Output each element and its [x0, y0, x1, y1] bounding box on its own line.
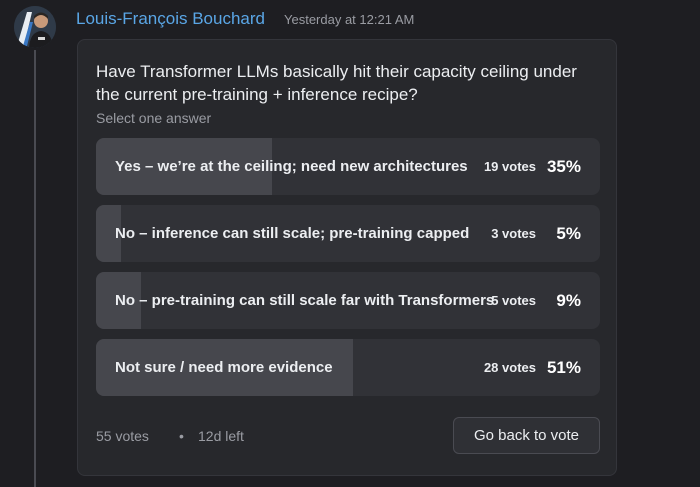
footer-separator: •	[179, 428, 184, 444]
poll-time-left: 12d left	[198, 428, 244, 444]
poll-hint: Select one answer	[96, 110, 212, 126]
poll-option-votes: 3 votes	[491, 226, 536, 241]
poll-question: Have Transformer LLMs basically hit thei…	[96, 62, 577, 104]
poll-option-percent: 51%	[546, 358, 581, 377]
author-name[interactable]: Louis-François Bouchard	[76, 9, 265, 29]
poll-option-percent: 35%	[546, 157, 581, 176]
avatar[interactable]	[14, 6, 56, 48]
go-back-to-vote-button[interactable]: Go back to vote	[453, 417, 600, 454]
poll-option-4[interactable]: Not sure / need more evidence 28 votes 5…	[96, 339, 600, 396]
avatar-image	[14, 6, 56, 48]
poll-option-percent: 5%	[556, 224, 581, 243]
poll-option-percent: 9%	[556, 291, 581, 310]
poll-card: Have Transformer LLMs basically hit thei…	[77, 39, 617, 476]
poll-total-votes: 55 votes	[96, 428, 149, 444]
poll-option-votes: 28 votes	[483, 360, 536, 375]
poll-option-label: Not sure / need more evidence	[115, 359, 333, 376]
poll-option-2[interactable]: No – inference can still scale; pre-trai…	[96, 205, 600, 262]
poll-option-votes: 19 votes	[483, 159, 536, 174]
message-timestamp: Yesterday at 12:21 AM	[284, 12, 415, 27]
poll-option-label: No – pre-training can still scale far wi…	[115, 292, 495, 309]
thread-line	[34, 50, 36, 487]
poll-option-3[interactable]: No – pre-training can still scale far wi…	[96, 272, 600, 329]
poll-option-1[interactable]: Yes – we’re at the ceiling; need new arc…	[96, 138, 600, 195]
poll-option-label: Yes – we’re at the ceiling; need new arc…	[115, 158, 468, 175]
poll-option-label: No – inference can still scale; pre-trai…	[115, 225, 470, 242]
poll-option-votes: 5 votes	[491, 293, 536, 308]
